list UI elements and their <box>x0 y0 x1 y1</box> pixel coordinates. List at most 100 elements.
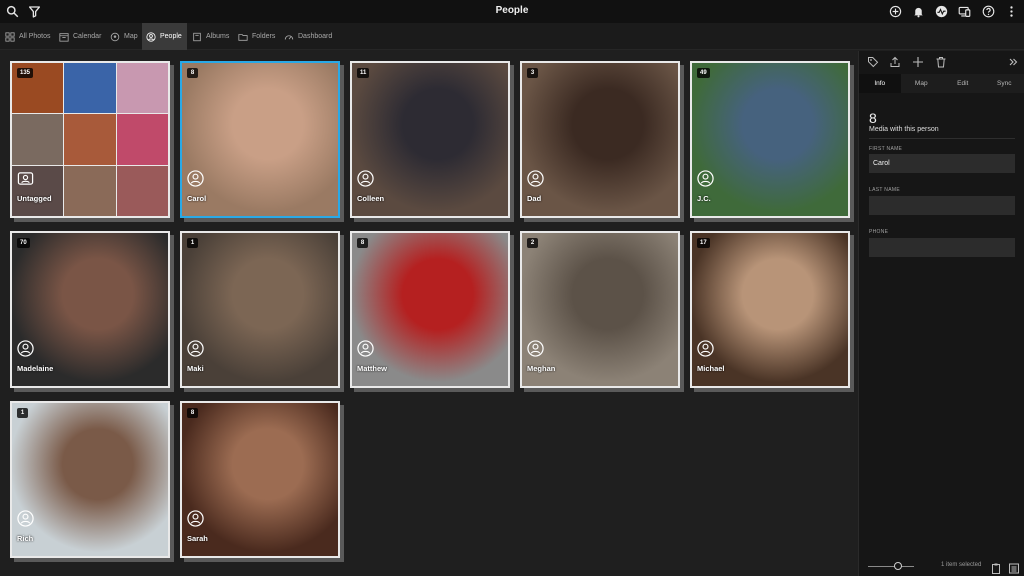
photo-count-badge: 8 <box>187 408 198 418</box>
expand-icon[interactable] <box>1007 55 1019 67</box>
devices-icon[interactable] <box>957 4 972 19</box>
person-icon <box>527 170 544 187</box>
grid-icon <box>5 31 15 42</box>
person-name: Dad <box>527 194 542 203</box>
nav-label: Map <box>124 33 138 40</box>
tag-icon[interactable] <box>867 55 879 68</box>
person-name: Sarah <box>187 534 208 543</box>
person-icon <box>146 31 156 42</box>
photo-count-badge: 3 <box>527 68 538 78</box>
person-icon <box>187 510 204 527</box>
mosaic-thumb <box>12 114 64 165</box>
tab-map[interactable]: Map <box>901 74 943 93</box>
more-icon[interactable] <box>1004 4 1019 19</box>
person-icon <box>697 170 714 187</box>
nav-calendar[interactable]: Calendar <box>55 23 105 50</box>
photo-count-badge: 1 <box>187 238 198 248</box>
person-tile-matthew[interactable]: 8 Matthew <box>350 231 510 388</box>
page-title: People <box>495 5 529 16</box>
person-icon <box>357 170 374 187</box>
person-name: Colleen <box>357 194 385 203</box>
gauge-icon <box>284 34 294 40</box>
photo-count-badge: 49 <box>697 68 710 78</box>
nav-label: Calendar <box>73 33 102 40</box>
person-tile-dad[interactable]: 3 Dad <box>520 61 680 218</box>
clipboard-icon[interactable] <box>991 561 1001 574</box>
add-icon[interactable] <box>912 55 924 67</box>
person-tile-colleen[interactable]: 11 Colleen <box>350 61 510 218</box>
nav-all-photos[interactable]: All Photos <box>1 23 55 50</box>
person-tile-maki[interactable]: 1 Maki <box>180 231 340 388</box>
nav-label: Dashboard <box>298 33 333 40</box>
tab-edit[interactable]: Edit <box>942 74 984 93</box>
person-name: Rich <box>17 534 34 543</box>
photo-count-badge: 70 <box>17 238 30 248</box>
person-tile-untagged[interactable]: 135 Untagged <box>10 61 170 218</box>
selection-status: 1 item selected <box>941 562 982 568</box>
photo-count-badge: 11 <box>357 68 370 78</box>
person-tile-sarah[interactable]: 8 Sarah <box>180 401 340 558</box>
folder-icon <box>238 33 248 41</box>
view-nav-bar: All Photos Calendar Map People Albums Fo… <box>0 23 1024 50</box>
last-name-field[interactable] <box>869 196 1015 215</box>
media-count: 8 <box>869 110 877 126</box>
person-photo <box>522 63 678 216</box>
person-icon <box>187 170 204 187</box>
person-icon <box>357 340 374 357</box>
panel-tabs: Info Map Edit Sync <box>859 74 1024 93</box>
person-tile-rich[interactable]: 1 Rich <box>10 401 170 558</box>
person-name: Untagged <box>17 194 52 203</box>
person-tile-madelaine[interactable]: 70 Madelaine <box>10 231 170 388</box>
map-pin-icon <box>110 32 120 41</box>
person-icon <box>17 510 34 527</box>
mosaic-thumb <box>64 165 116 216</box>
notifications-icon[interactable] <box>911 4 926 19</box>
first-name-field[interactable] <box>869 154 1015 173</box>
zoom-slider[interactable] <box>868 566 914 567</box>
activity-icon[interactable] <box>934 4 949 19</box>
nav-map[interactable]: Map <box>106 23 142 50</box>
mosaic-thumb <box>64 63 116 114</box>
photo-count-badge: 8 <box>357 238 368 248</box>
panel-footer: 1 item selected <box>859 558 1024 576</box>
person-icon <box>187 340 204 357</box>
trash-icon[interactable] <box>935 55 947 68</box>
photo-count-badge: 135 <box>17 68 34 78</box>
mosaic-thumb <box>116 114 168 165</box>
album-icon <box>193 32 201 41</box>
person-photo <box>182 233 338 386</box>
nav-people[interactable]: People <box>142 23 187 50</box>
top-bar: People <box>0 0 1024 23</box>
share-icon[interactable] <box>889 55 901 67</box>
people-grid: 135 Untagged 8 Carol 11 Colleen 3 Dad 49… <box>0 51 858 576</box>
person-photo <box>12 403 168 556</box>
person-tile-carol[interactable]: 8 Carol <box>180 61 340 218</box>
mosaic-thumb <box>116 63 168 114</box>
nav-folders[interactable]: Folders <box>234 23 279 50</box>
person-name: J.C. <box>697 194 711 203</box>
help-icon[interactable] <box>981 4 996 19</box>
first-name-label: FIRST NAME <box>869 146 903 152</box>
phone-field[interactable] <box>869 238 1015 257</box>
add-icon[interactable] <box>888 4 903 19</box>
person-name: Carol <box>187 194 207 203</box>
person-tile-meghan[interactable]: 2 Meghan <box>520 231 680 388</box>
person-photo <box>692 63 848 216</box>
person-tile-jc[interactable]: 49 J.C. <box>690 61 850 218</box>
nav-label: Albums <box>206 33 230 40</box>
person-icon <box>17 340 34 357</box>
tab-info[interactable]: Info <box>859 74 901 93</box>
person-tile-michael[interactable]: 17 Michael <box>690 231 850 388</box>
tab-sync[interactable]: Sync <box>984 74 1024 93</box>
photo-count-badge: 17 <box>697 238 710 248</box>
info-panel: Info Map Edit Sync 8 Media with this per… <box>858 51 1024 576</box>
zoom-slider-handle[interactable] <box>893 562 902 570</box>
divider <box>869 138 1015 139</box>
nav-label: All Photos <box>19 33 51 40</box>
nav-albums[interactable]: Albums <box>188 23 233 50</box>
mosaic-thumb <box>64 114 116 165</box>
person-name: Meghan <box>527 364 556 373</box>
phone-label: PHONE <box>869 229 889 235</box>
nav-dashboard[interactable]: Dashboard <box>280 23 336 50</box>
list-icon[interactable] <box>1009 561 1019 574</box>
